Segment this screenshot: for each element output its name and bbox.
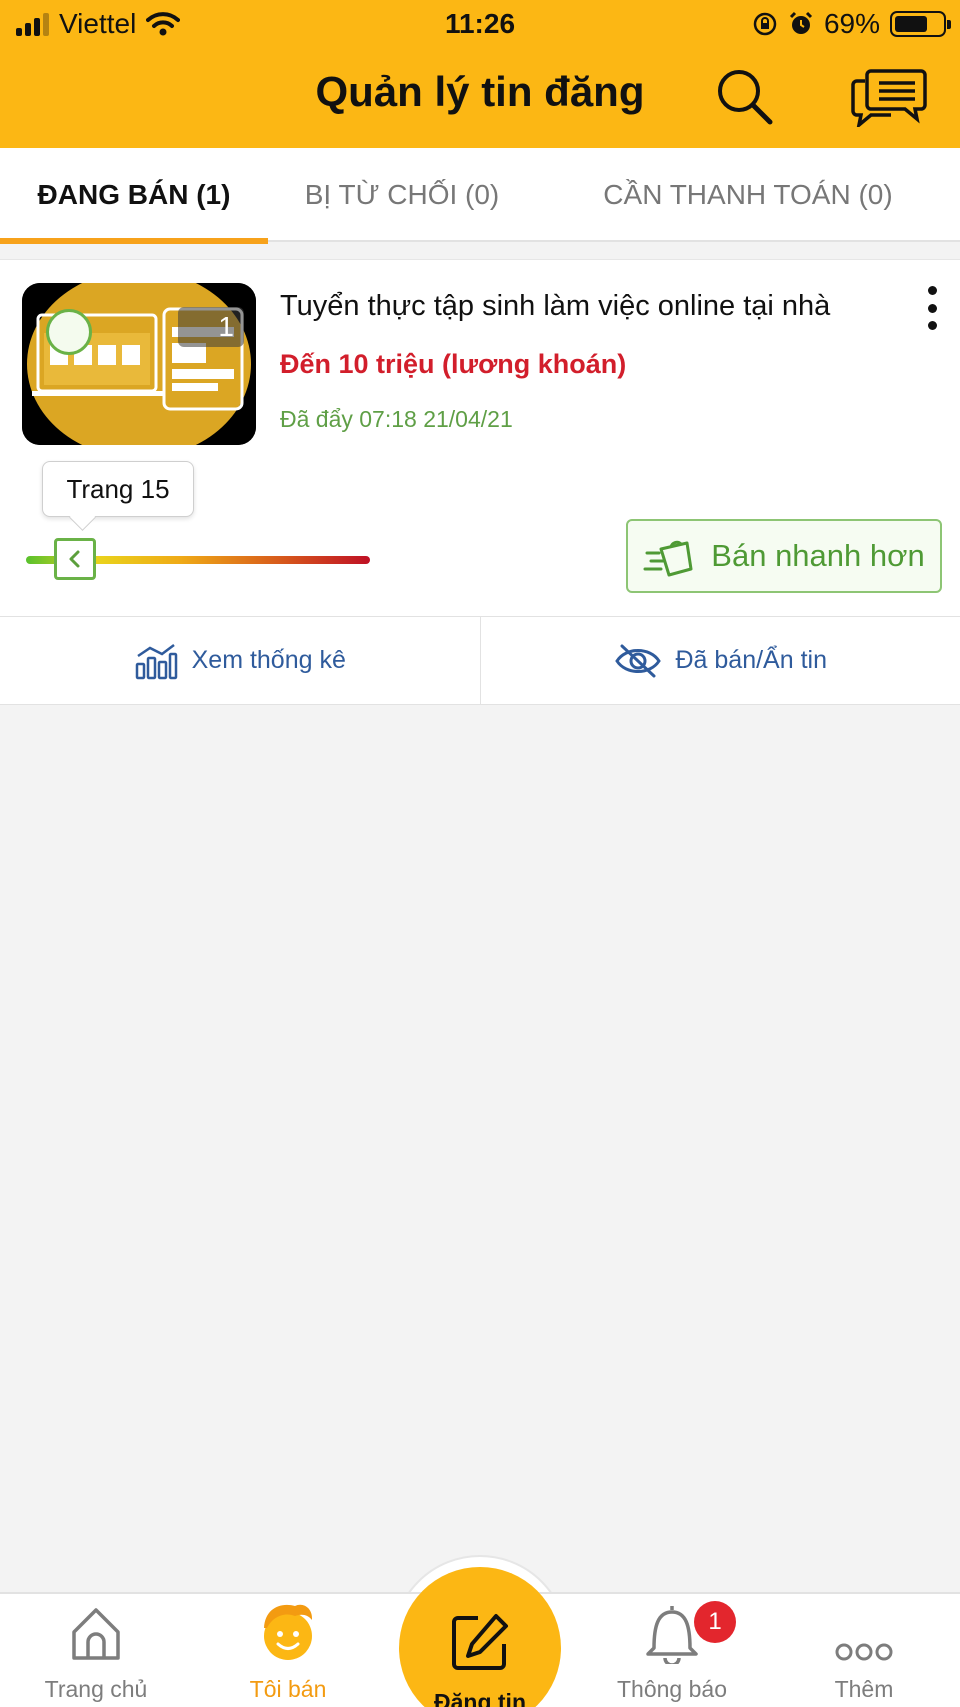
bell-icon [646,1606,698,1664]
sold-hide-button[interactable]: Đã bán/Ẩn tin [479,617,960,704]
chat-icon [851,69,927,127]
nav-notifications[interactable]: Thông báo [576,1594,768,1707]
more-dot [927,303,937,313]
rotation-lock-icon [753,12,777,36]
listing-tabs: ĐANG BÁN (1) BỊ TỪ CHỐI (0) CẦN THANH TO… [0,148,960,244]
nav-more-label: Thêm [834,1676,894,1702]
search-icon [718,70,773,125]
seller-avatar-icon [264,1604,313,1660]
listing-title[interactable]: Tuyển thực tập sinh làm việc online tại … [280,290,830,323]
rank-slider-handle[interactable] [54,538,96,580]
compose-icon [452,1614,508,1670]
listing-price: Đến 10 triệu (lương khoán) [280,349,627,379]
nav-home[interactable]: Trang chủ [0,1594,192,1707]
home-icon [72,1608,120,1660]
sell-faster-label: Bán nhanh hơn [711,538,925,573]
search-button[interactable] [710,62,780,132]
notification-badge: 1 [694,1601,736,1643]
nav-notifications-label: Thông báo [617,1676,727,1702]
tab-selling[interactable]: ĐANG BÁN (1) [0,148,268,244]
photo-count: 1 [218,311,234,342]
listing-thumbnail[interactable]: 1 [22,283,256,445]
listing-actions: Xem thống kê Đã bán/Ẩn tin [0,616,960,704]
eye-off-icon [614,644,661,677]
more-dot [927,321,937,330]
chat-button[interactable] [850,62,928,132]
sold-hide-label: Đã bán/Ẩn tin [675,646,828,674]
battery-icon [890,11,951,37]
listing-card: 1 Tuyển thực tập sinh làm việc online tạ… [0,259,960,705]
view-stats-label: Xem thống kê [191,646,346,674]
nav-my-listings-label: Tôi bán [249,1676,327,1702]
nav-more[interactable]: Thêm [768,1594,960,1707]
select-checkbox[interactable] [46,309,92,355]
sell-faster-button[interactable]: Bán nhanh hơn [626,519,942,593]
photo-count-badge: 1 [178,307,244,347]
listing-pushed-time: Đã đẩy 07:18 21/04/21 [280,406,513,432]
status-bar: Viettel 11:26 69% [0,0,960,50]
app-header: Viettel 11:26 69% Quản lý tin đăng [0,0,960,148]
nav-my-listings[interactable]: Tôi bán [192,1594,384,1707]
chevron-left-icon [69,550,80,568]
more-dots-icon [835,1643,893,1661]
battery-percent: 69% [823,8,880,39]
nav-home-label: Trang chủ [44,1676,148,1702]
view-stats-button[interactable]: Xem thống kê [0,617,480,704]
tab-need-payment[interactable]: CẦN THANH TOÁN (0) [536,148,960,242]
rank-tooltip: Trang 15 [42,461,194,517]
alarm-icon [789,11,813,34]
page-title: Quản lý tin đăng [315,68,645,115]
stats-icon [135,643,177,679]
fast-bag-icon [643,540,693,577]
more-dot [927,286,937,295]
tab-rejected[interactable]: BỊ TỪ CHỐI (0) [268,148,536,242]
more-options-button[interactable] [916,282,948,334]
post-listing-label: Đăng tin [434,1689,526,1707]
